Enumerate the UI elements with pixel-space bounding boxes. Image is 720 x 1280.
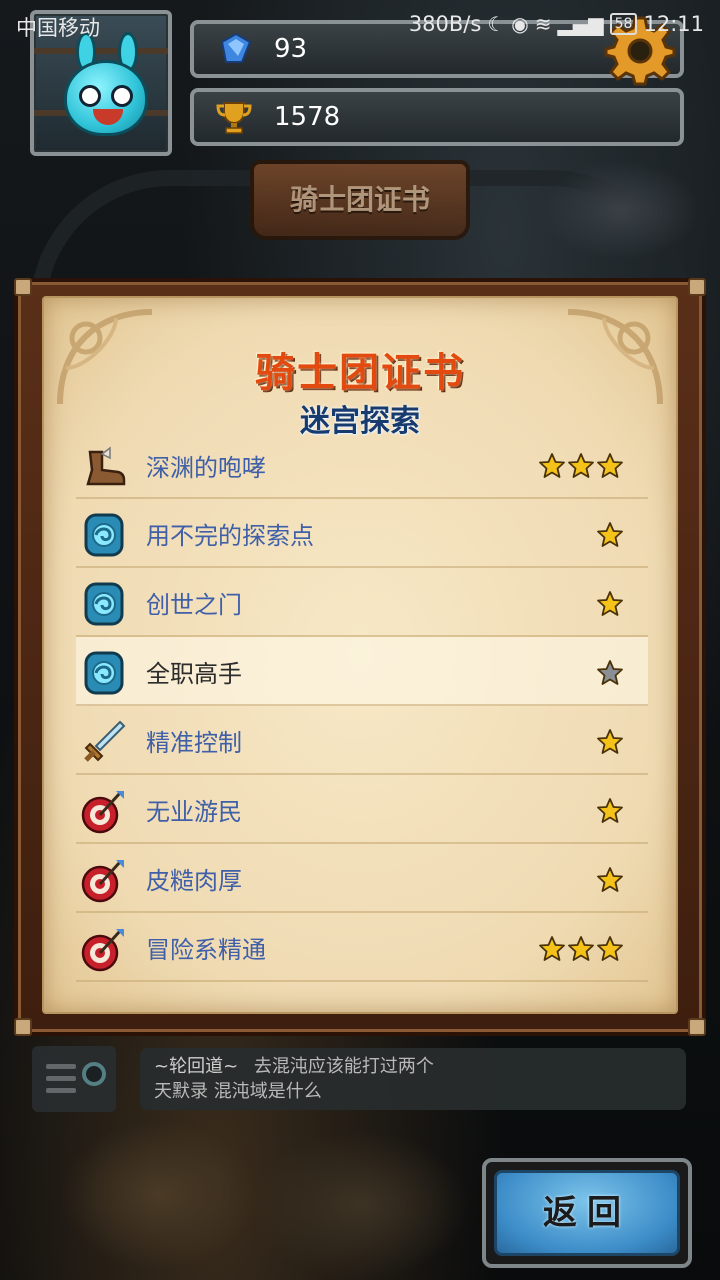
achievement-stars [596,797,624,825]
avatar-mouth [93,109,123,125]
bg-shadow-center [250,1130,470,1280]
moon-icon: ☾ [487,12,506,36]
menu-line [46,1088,76,1093]
achievement-row[interactable]: 深渊的咆哮 [76,432,648,499]
panel-title: 骑士团证书 [255,350,465,396]
chat-line-2: 天默录 混沌域是什么 [154,1081,322,1102]
back-button-label: 返回 [494,1170,680,1256]
carrier-name: 中国移动 [16,16,100,40]
achievement-stars [538,935,624,963]
trophy-count: 1578 [274,102,341,132]
bg-shadow-left [60,1120,260,1270]
achievement-row[interactable]: 冒险系精通 [76,913,648,982]
achievement-row[interactable]: 皮糙肉厚 [76,844,648,913]
achievement-row[interactable]: 创世之门 [76,568,648,637]
avatar-eye [111,85,133,107]
target-icon [80,787,128,835]
star-icon [596,866,624,894]
signal-icon: ▂▄▆ [557,12,604,36]
boot-icon [80,444,128,492]
star-icon [567,935,595,963]
avatar-eye [79,85,101,107]
target-icon [80,925,128,973]
achievement-label: 用不完的探索点 [146,522,314,550]
star-icon [596,728,624,756]
star-icon [596,659,624,687]
clock: 12:11 [643,12,704,36]
star-icon [596,590,624,618]
net-speed: 380B/s [408,12,482,36]
status-bar: 中国移动 380B/s ☾ ◉ ≋ ▂▄▆ 58 12:11 [0,0,720,48]
achievement-list: 深渊的咆哮用不完的探索点 创世之门全职高手精准控制无业游民皮糙肉厚冒险系精通 [76,432,648,982]
achievement-row[interactable]: 无业游民 [76,775,648,844]
achievement-stars [596,590,624,618]
star-icon [596,797,624,825]
star-icon [538,452,566,480]
frame-rivet [14,1018,32,1036]
frame-rivet [14,278,32,296]
portal-icon [80,580,128,628]
star-icon [596,452,624,480]
star-icon [596,935,624,963]
achievement-label: 精准控制 [146,729,242,757]
avatar-shelf [34,48,168,54]
achievement-label: 皮糙肉厚 [146,867,242,895]
achievement-stars [538,452,624,480]
sword-icon [80,718,128,766]
frame-rivet [688,1018,706,1036]
chat-menu-button[interactable] [32,1046,116,1112]
achievement-stars [596,659,624,687]
slime-character-icon [64,60,148,136]
menu-line [46,1064,76,1069]
eye-icon: ◉ [511,12,529,36]
achievement-row[interactable]: 全职高手 [76,637,648,706]
wifi-icon: ≋ [534,12,552,36]
header-sign: 骑士团证书 [250,160,470,240]
star-icon [538,935,566,963]
star-icon [596,521,624,549]
chat-channel: ~轮回道~ [154,1056,239,1077]
portal-icon [80,511,128,559]
status-icons: 380B/s ☾ ◉ ≋ ▂▄▆ 58 12:11 [409,12,704,36]
trophy-counter[interactable]: 1578 [190,88,684,146]
star-icon [567,452,595,480]
achievement-row[interactable]: 精准控制 [76,706,648,775]
bg-shadow-right [540,160,700,260]
achievement-stars [596,521,624,549]
chat-preview[interactable]: ~轮回道~ 去混沌应该能打过两个 天默录 混沌域是什么 [140,1048,686,1110]
menu-line [46,1076,76,1081]
chat-bubble-icon [82,1062,106,1086]
battery-icon: 58 [609,13,638,35]
achievement-row[interactable]: 用不完的探索点 [76,499,648,568]
target-icon [80,856,128,904]
achievement-stars [596,866,624,894]
achievement-label: 无业游民 [146,798,242,826]
achievement-stars [596,728,624,756]
achievement-label: 全职高手 [146,660,242,688]
chat-line-1: 去混沌应该能打过两个 [253,1056,434,1077]
trophy-icon [216,102,252,134]
achievement-label: 深渊的咆哮 [146,454,266,482]
achievement-label: 创世之门 [146,591,242,619]
frame-rivet [688,278,706,296]
back-button[interactable]: 返回 [482,1158,692,1268]
achievement-label: 冒险系精通 [146,936,266,964]
portal-icon [80,649,128,697]
